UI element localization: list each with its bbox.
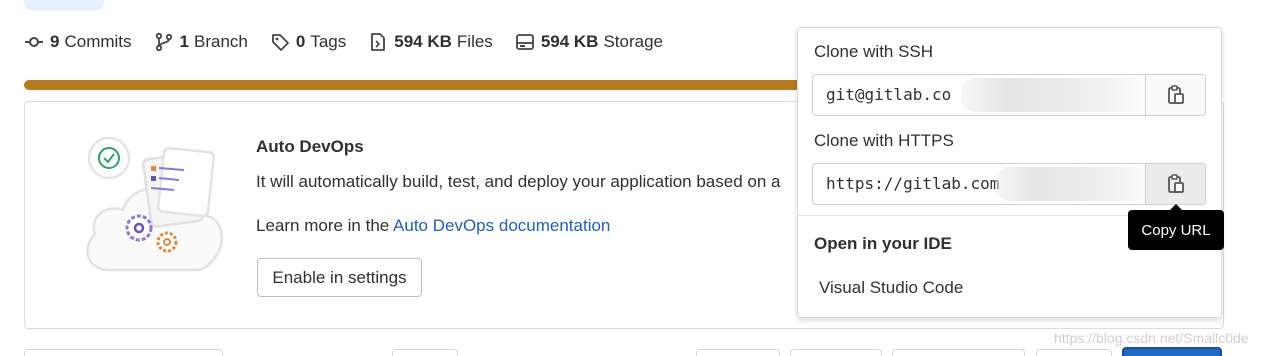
watermark: https://blog.csdn.net/Smallc0de [1054,330,1249,346]
project-stats-bar: 9 Commits 1 Branch 0 Tags 594 KB Files 5… [24,30,685,54]
file-icon [368,32,388,52]
clone-dropdown-menu: Clone with SSH git@gitlab.co Clone with … [797,27,1222,318]
storage-size: 594 KB [540,32,599,51]
open-in-ide-heading: Open in your IDE [814,234,952,253]
copy-https-url-button[interactable] [1145,164,1205,204]
branches-count: 1 [179,32,189,51]
auto-devops-learn-more: Learn more in the Auto DevOps documentat… [256,216,610,236]
storage-stat[interactable]: 594 KB Storage [515,32,663,52]
tags-label: Tags [310,32,347,51]
auto-devops-illustration [86,136,224,272]
files-label: Files [456,32,493,51]
download-source-button[interactable] [892,349,1025,356]
redacted-overlay [961,78,1151,112]
commits-label: Commits [64,32,132,51]
clone-button[interactable] [1122,347,1222,356]
web-ide-button[interactable] [790,349,882,356]
commit-icon [24,32,44,52]
storage-icon [515,32,535,52]
commits-count: 9 [50,32,60,51]
branch-selector[interactable] [24,349,223,356]
files-size: 594 KB [394,32,452,51]
find-file-button[interactable] [696,349,780,356]
redacted-overlay [995,167,1155,201]
copy-url-tooltip: Copy URL [1128,210,1224,250]
clipboard-icon [1167,174,1184,193]
history-button[interactable] [1036,349,1112,356]
ssh-url-group: git@gitlab.co [812,74,1206,116]
tags-count: 0 [295,32,306,51]
open-in-vscode-item[interactable]: Visual Studio Code [819,278,963,298]
enable-in-settings-button[interactable]: Enable in settings [257,258,422,297]
clone-ssh-label: Clone with SSH [814,42,934,61]
learn-more-prefix: Learn more in the [256,216,394,235]
copy-ssh-url-button[interactable] [1145,75,1205,115]
tag-icon [270,32,290,52]
branches-label: Branch [194,32,248,51]
clone-https-label: Clone with HTTPS [814,131,954,150]
clipboard-icon [1167,85,1184,104]
auto-devops-description: It will automatically build, test, and d… [256,172,781,191]
top-badge [24,0,104,10]
tags-stat[interactable]: 0 Tags [270,32,346,52]
add-file-dropdown[interactable] [392,349,458,356]
commits-stat[interactable]: 9 Commits [24,32,132,52]
branch-icon [154,32,174,52]
storage-label: Storage [603,32,663,51]
branches-stat[interactable]: 1 Branch [154,32,248,52]
auto-devops-docs-link[interactable]: Auto DevOps documentation [393,216,610,235]
files-stat[interactable]: 594 KB Files [368,32,493,52]
auto-devops-title: Auto DevOps [256,137,364,156]
https-url-group: https://gitlab.com [812,163,1206,205]
